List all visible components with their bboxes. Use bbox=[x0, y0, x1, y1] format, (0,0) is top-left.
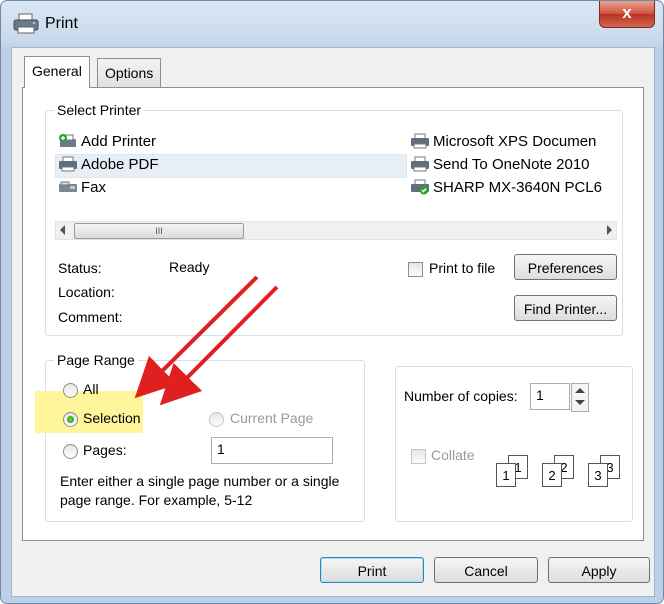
collate-label: Collate bbox=[431, 447, 475, 463]
copies-label: Number of copies: bbox=[404, 388, 518, 404]
current-page-radio[interactable] bbox=[209, 412, 224, 427]
status-label: Status: bbox=[58, 260, 102, 276]
dialog-client-area: General Options Select Printer Add Print… bbox=[11, 47, 655, 597]
printer-name: Send To OneNote 2010 bbox=[433, 156, 590, 173]
copies-group: Number of copies: 1 Collate 1 1 2 2 3 3 bbox=[395, 366, 633, 522]
find-printer-button[interactable]: Find Printer... bbox=[514, 295, 617, 321]
printer-name: Adobe PDF bbox=[81, 156, 159, 173]
print-dialog: Print x General Options Select Printer A… bbox=[0, 0, 664, 604]
printer-icon bbox=[13, 13, 39, 35]
location-label: Location: bbox=[58, 284, 115, 300]
copies-input[interactable]: 1 bbox=[530, 383, 570, 410]
comment-label: Comment: bbox=[58, 309, 123, 325]
scroll-thumb[interactable]: III bbox=[74, 223, 244, 239]
printer-item-sharp[interactable]: SHARP MX-3640N PCL6 bbox=[410, 177, 602, 199]
page-range-group: Page Range All Selection Current Page Pa… bbox=[35, 352, 365, 522]
printer-name: Fax bbox=[81, 179, 107, 196]
apply-button[interactable]: Apply bbox=[548, 557, 650, 583]
tab-general[interactable]: General bbox=[24, 56, 90, 88]
preferences-button-label: Preferences bbox=[527, 260, 604, 276]
preferences-button[interactable]: Preferences bbox=[514, 254, 617, 280]
close-icon: x bbox=[622, 3, 632, 22]
page-range-hint-line1: Enter either a single page number or a s… bbox=[60, 473, 340, 489]
printer-name: SHARP MX-3640N PCL6 bbox=[433, 179, 602, 196]
printer-icon bbox=[410, 156, 430, 172]
copies-input-value: 1 bbox=[536, 387, 544, 403]
collate-page-front: 3 bbox=[588, 463, 608, 487]
close-button[interactable]: x bbox=[599, 1, 655, 28]
print-button-label: Print bbox=[357, 563, 387, 579]
scroll-left-arrow-icon[interactable] bbox=[60, 225, 65, 235]
collate-stack-3: 3 3 bbox=[586, 455, 626, 487]
print-button[interactable]: Print bbox=[320, 557, 424, 583]
print-to-file-label: Print to file bbox=[429, 260, 496, 276]
scroll-right-arrow-icon[interactable] bbox=[607, 225, 612, 235]
default-printer-icon bbox=[410, 179, 430, 195]
printer-item-fax[interactable]: Fax bbox=[58, 177, 106, 199]
cancel-button-label: Cancel bbox=[464, 563, 508, 579]
printer-list-hscrollbar[interactable]: III bbox=[55, 221, 617, 240]
collate-checkbox[interactable] bbox=[411, 449, 426, 464]
tab-general-label: General bbox=[32, 63, 82, 79]
printer-item-add-printer[interactable]: Add Printer bbox=[58, 131, 156, 153]
selection-label: Selection bbox=[83, 410, 141, 426]
printer-item-onenote[interactable]: Send To OneNote 2010 bbox=[410, 154, 590, 176]
apply-button-label: Apply bbox=[581, 563, 617, 579]
find-printer-button-label: Find Printer... bbox=[523, 301, 608, 317]
pages-label: Pages: bbox=[83, 442, 127, 458]
current-page-label: Current Page bbox=[230, 410, 314, 426]
all-label: All bbox=[83, 381, 99, 397]
collate-page-front: 2 bbox=[542, 463, 562, 487]
scroll-thumb-grip: III bbox=[155, 226, 163, 236]
select-printer-group: Select Printer Add Printer Adobe PDF Fax bbox=[45, 102, 623, 336]
copies-spinner[interactable] bbox=[571, 383, 589, 412]
printer-icon bbox=[410, 133, 430, 149]
cancel-button[interactable]: Cancel bbox=[434, 557, 538, 583]
printer-item-microsoft-xps[interactable]: Microsoft XPS Documen bbox=[410, 131, 596, 153]
printer-name: Microsoft XPS Documen bbox=[433, 133, 597, 150]
printer-item-adobe-pdf[interactable]: Adobe PDF bbox=[58, 154, 159, 176]
pages-input-value: 1 bbox=[217, 441, 225, 457]
all-radio[interactable] bbox=[63, 383, 78, 398]
tab-options-label: Options bbox=[105, 65, 154, 81]
tab-options[interactable]: Options bbox=[97, 58, 162, 87]
collate-stack-2: 2 2 bbox=[540, 455, 580, 487]
fax-icon bbox=[58, 179, 78, 195]
page-range-hint-line2: page range. For example, 5-12 bbox=[60, 492, 253, 508]
pages-radio[interactable] bbox=[63, 444, 78, 459]
printer-icon bbox=[58, 156, 78, 172]
select-printer-legend: Select Printer bbox=[54, 102, 145, 118]
selection-radio[interactable] bbox=[63, 412, 78, 427]
title-bar[interactable]: Print x bbox=[1, 1, 663, 47]
collate-stack-1: 1 1 bbox=[494, 455, 534, 487]
printer-name: Add Printer bbox=[81, 133, 157, 150]
window-title: Print bbox=[45, 15, 78, 32]
spin-up-icon[interactable] bbox=[575, 388, 585, 393]
status-value: Ready bbox=[169, 259, 210, 275]
collate-page-front: 1 bbox=[496, 463, 516, 487]
general-tab-panel: Select Printer Add Printer Adobe PDF Fax bbox=[22, 87, 644, 541]
page-range-legend: Page Range bbox=[54, 352, 138, 368]
pages-input[interactable]: 1 bbox=[211, 437, 333, 464]
print-to-file-checkbox[interactable] bbox=[408, 262, 423, 277]
add-printer-icon bbox=[58, 133, 78, 149]
spin-down-icon[interactable] bbox=[575, 400, 585, 405]
